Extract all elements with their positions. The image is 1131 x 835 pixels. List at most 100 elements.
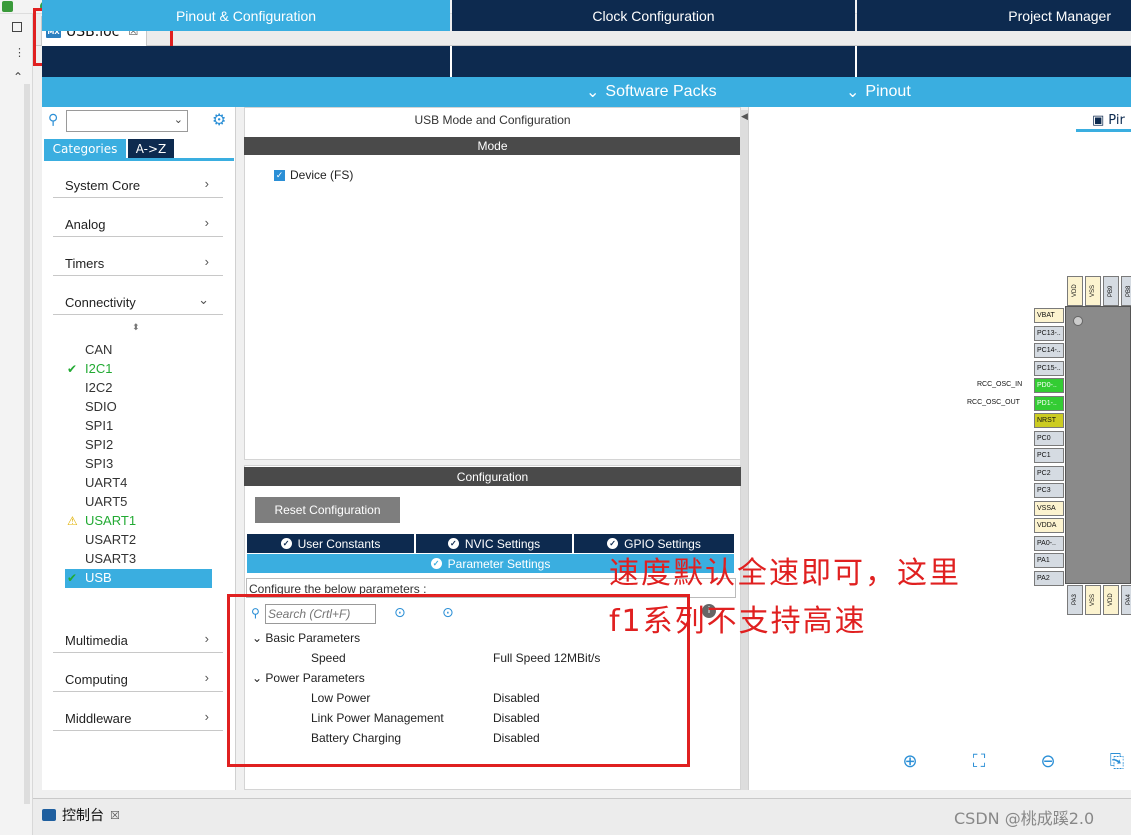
pin-left[interactable]: PD1-.. [1034,396,1064,411]
tab-separator [450,46,452,77]
zoom-out-icon[interactable]: ⊖ [1037,750,1059,772]
pin-left[interactable]: VSSA [1034,501,1064,516]
pin-signal-label: RCC_OSC_OUT [967,399,1020,406]
list-item[interactable]: USART1 [85,512,136,530]
category-label: Timers [65,256,105,271]
category-multimedia[interactable]: Multimedia › [53,627,223,653]
pin-bottom[interactable]: VDD [1103,585,1119,615]
pin-left[interactable]: NRST [1034,413,1064,428]
tab-a-z[interactable]: A->Z [128,139,174,158]
pin-top[interactable]: PB9 [1103,276,1119,306]
tab-project-manager[interactable]: Project Manager [857,0,1131,31]
category-computing[interactable]: Computing › [53,666,223,692]
category-connectivity[interactable]: Connectivity ⌄ [53,289,223,315]
list-item[interactable]: UART5 [85,493,127,511]
chevron-down-icon: ⌄ [586,84,600,101]
menu-dots-icon[interactable]: ⋮ [14,46,25,59]
pin-left[interactable]: PD0-.. [1034,378,1064,393]
pinout-menu[interactable]: ⌄ Pinout [846,77,911,107]
pin-left[interactable]: PA1 [1034,553,1064,568]
category-label: System Core [65,178,141,193]
category-system-core[interactable]: System Core › [53,172,223,198]
chevron-down-icon[interactable]: ⌄ [174,113,183,126]
tab-pinout-label: Pinout & Configuration [175,7,317,24]
sort-icon[interactable]: ⬍ [132,323,140,333]
warning-icon: ⚠ [67,514,78,528]
pin-left[interactable]: PC13-.. [1034,326,1064,341]
list-item[interactable]: USART2 [85,531,136,549]
pin-left[interactable]: PA0-.. [1034,536,1064,551]
category-search-input[interactable]: ⌄ [66,110,188,132]
pin-bottom[interactable]: PA3 [1067,585,1083,615]
close-icon[interactable]: ☒ [110,809,120,822]
pin-left[interactable]: PC15-.. [1034,361,1064,376]
list-item[interactable]: USART3 [85,550,136,568]
tab-nvic-settings[interactable]: ✓ NVIC Settings [416,534,572,553]
console-tab[interactable]: 控制台 ☒ [42,805,120,825]
category-search-row: ⚲ ⌄ ⚙ [48,110,234,132]
export-icon[interactable]: ⎘ [1106,750,1128,772]
chevron-up-icon[interactable]: ⌃ [13,70,23,84]
check-icon: ✔ [67,362,78,376]
pin-left[interactable]: PA2 [1034,571,1064,586]
splitter[interactable] [740,110,748,790]
tab-pinout-configuration[interactable]: Pinout & Configuration [42,0,450,31]
device-fs-checkbox[interactable]: ✓ Device (FS) [274,168,353,182]
pin-top[interactable]: VDD [1067,276,1083,306]
category-tabs: Categories A->Z [44,139,234,161]
pin-top[interactable]: VSS [1085,276,1101,306]
reset-configuration-button[interactable]: Reset Configuration [255,497,400,523]
tab-user-constants[interactable]: ✓ User Constants [247,534,414,553]
pin-left[interactable]: PC0 [1034,431,1064,446]
pin1-marker [1073,316,1083,326]
category-label: Connectivity [65,295,136,310]
checkbox-checked-icon: ✓ [274,169,285,181]
list-item[interactable]: I2C1 [85,360,112,378]
tab-separator [855,46,857,77]
chevron-right-icon: › [204,176,209,191]
chevron-right-icon: › [204,709,209,724]
collapse-icon[interactable]: ◀ [741,112,748,122]
list-item[interactable]: SPI3 [85,455,113,473]
list-item-usb[interactable]: USB [85,569,112,587]
mcu-chip-body [1065,306,1131,584]
category-middleware[interactable]: Middleware › [53,705,223,731]
tab-clock-configuration[interactable]: Clock Configuration [452,0,855,31]
fit-screen-icon[interactable]: ⛶ [968,750,990,772]
tab-clock-label: Clock Configuration [592,7,715,24]
category-analog[interactable]: Analog › [53,211,223,237]
gear-icon[interactable]: ⚙ [212,110,226,129]
category-label: Computing [65,672,128,687]
pin-bottom[interactable]: VSS [1085,585,1101,615]
check-circle-icon: ✓ [280,538,292,549]
list-item[interactable]: I2C2 [85,379,112,397]
pin-signal-label: RCC_OSC_IN [977,381,1023,388]
run-icon[interactable] [2,1,13,12]
list-item[interactable]: SPI1 [85,417,113,435]
pin-bottom[interactable]: PA4 [1121,585,1131,615]
watermark: CSDN @桃成蹊2.0 [954,809,1095,828]
pin-left[interactable]: PC14-.. [1034,343,1064,358]
pin-left[interactable]: VDDA [1034,518,1064,533]
annotation-text-line2: f1系列不支持高速 [609,604,867,639]
mode-bar: Mode [244,137,741,155]
category-timers[interactable]: Timers › [53,250,223,276]
tab-categories[interactable]: Categories [44,139,126,158]
list-item[interactable]: CAN [85,341,112,359]
scrollbar[interactable] [24,84,30,804]
software-packs-menu[interactable]: ⌄ Software Packs [586,77,717,107]
category-label: Multimedia [65,633,128,648]
pin-left[interactable]: PC3 [1034,483,1064,498]
list-item[interactable]: SDIO [85,398,117,416]
zoom-in-icon[interactable]: ⊕ [899,750,921,772]
pin-left[interactable]: PC2 [1034,466,1064,481]
pin-left[interactable]: VBAT [1034,308,1064,323]
device-fs-label: Device (FS) [290,168,354,182]
pin-top[interactable]: PB8 [1121,276,1131,306]
list-item[interactable]: UART4 [85,474,127,492]
pin-left[interactable]: PC1 [1034,448,1064,463]
tab-label: NVIC Settings [464,536,541,551]
list-item[interactable]: SPI2 [85,436,113,454]
restore-icon[interactable] [12,22,22,32]
pinout-view-tab[interactable]: ▣ Pir [1076,112,1131,132]
